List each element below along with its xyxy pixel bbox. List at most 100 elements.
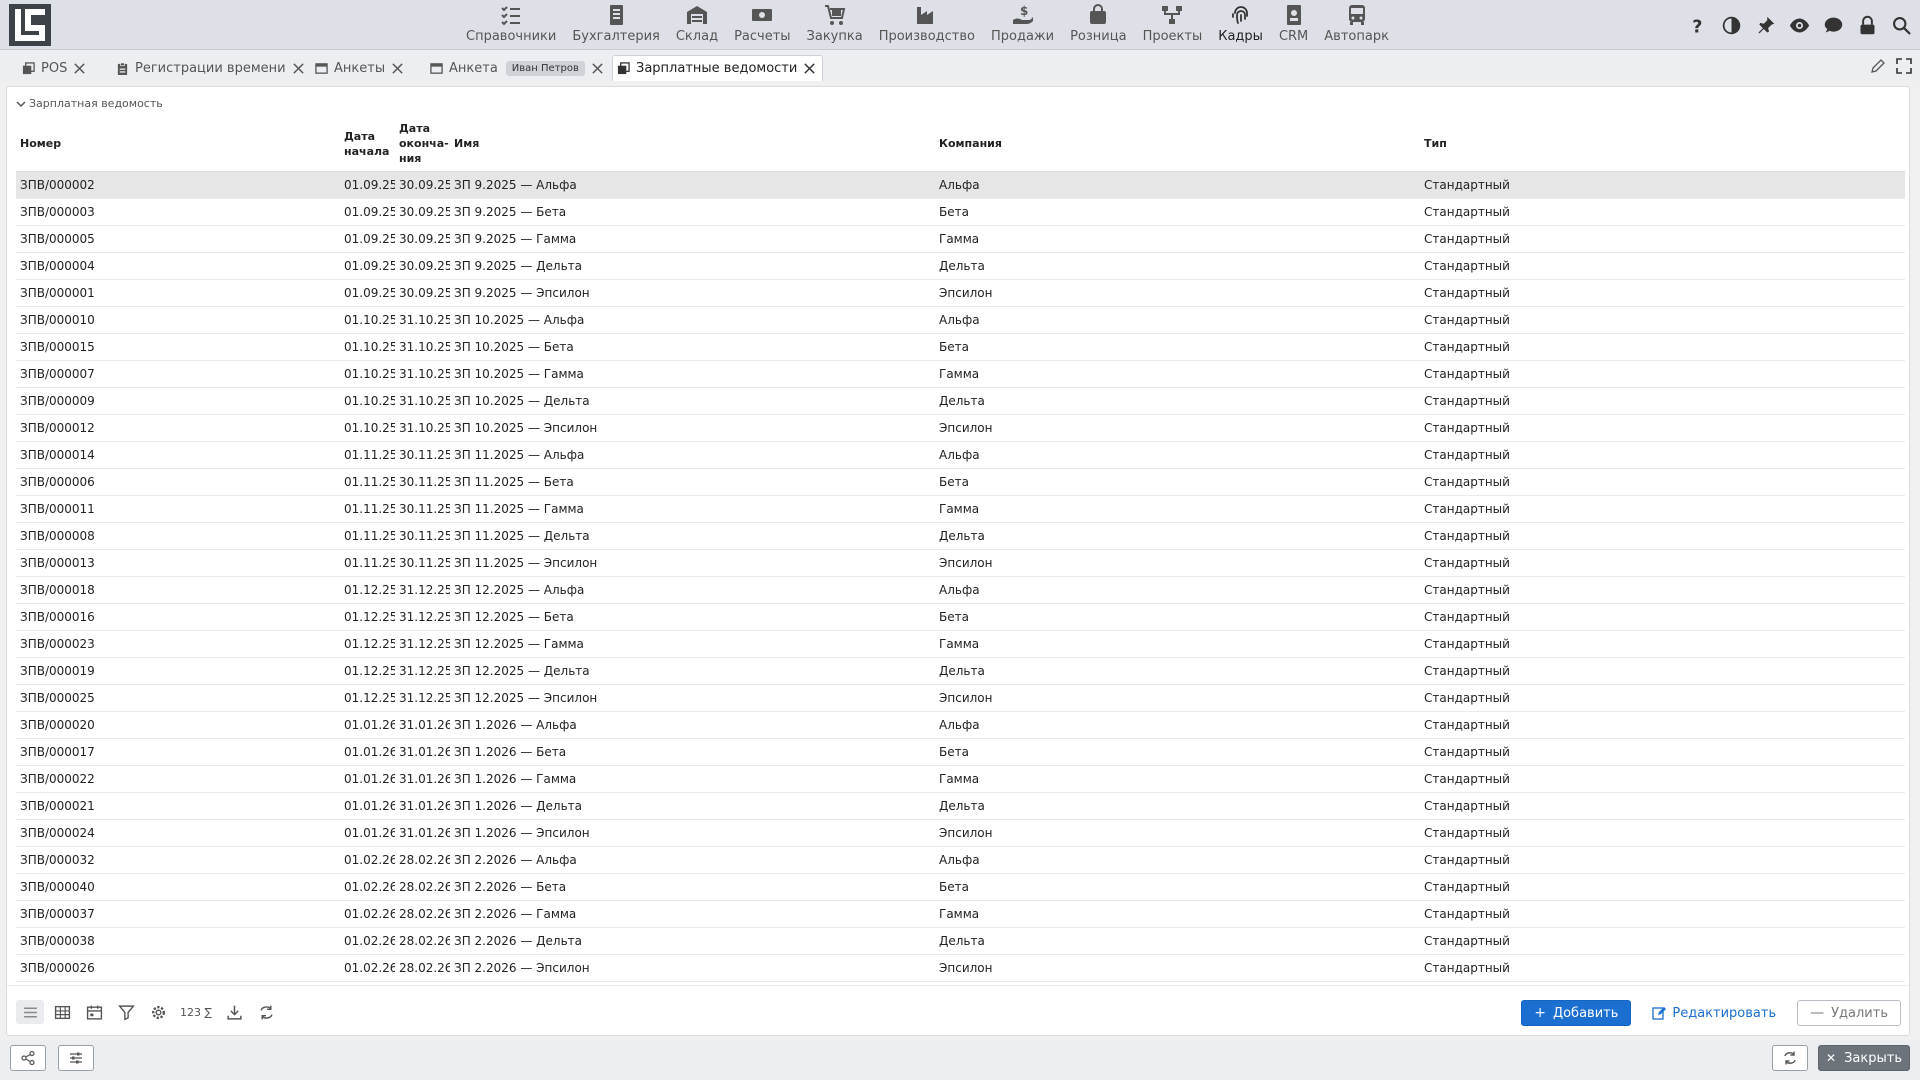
list-view-button[interactable] [16,1000,44,1024]
close-icon[interactable] [591,62,604,75]
cell-number: ЗПВ/000009 [16,387,340,415]
table-row[interactable]: ЗПВ/000005 01.09.25 30.09.25 ЗП 9.2025 — Га… [16,225,1905,253]
table-row[interactable]: ЗПВ/000015 01.10.25 31.10.25 ЗП 10.2025 — Б… [16,333,1905,361]
table-row[interactable]: ЗПВ/000021 01.01.26 31.01.26 ЗП 1.2026 — Де… [16,792,1905,820]
table-row[interactable]: ЗПВ/000020 01.01.26 31.01.26 ЗП 1.2026 — Ал… [16,711,1905,739]
column-header-number[interactable]: Номер [16,117,340,172]
adjustments-button[interactable] [58,1045,94,1071]
app-logo[interactable] [8,3,52,47]
aggregate-button[interactable]: 123 ∑ [176,1000,216,1024]
close-icon[interactable] [391,62,404,75]
table-row[interactable]: ЗПВ/000001 01.09.25 30.09.25 ЗП 9.2025 — Эп… [16,279,1905,307]
edit-button[interactable]: Редактировать [1639,1000,1789,1026]
table-row[interactable]: ЗПВ/000025 01.12.25 31.12.25 ЗП 12.2025 — Э… [16,684,1905,712]
module-payments[interactable]: Расчеты [726,0,798,50]
table-row[interactable]: ЗПВ/000040 01.02.26 28.02.26 ЗП 2.2026 — Бе… [16,873,1905,901]
search-button[interactable] [1888,12,1914,38]
add-button[interactable]: + Добавить [1521,1000,1632,1026]
table-row[interactable]: ЗПВ/000003 01.09.25 30.09.25 ЗП 9.2025 — Бе… [16,198,1905,226]
table-row[interactable]: ЗПВ/000012 01.10.25 31.10.25 ЗП 10.2025 — Э… [16,414,1905,442]
refresh-button[interactable] [252,1000,280,1024]
table-row[interactable]: ЗПВ/000024 01.01.26 31.01.26 ЗП 1.2026 — Эп… [16,819,1905,847]
close-icon[interactable] [803,62,816,75]
column-header-start-date[interactable]: Дата начала [340,117,395,172]
table-row[interactable]: ЗПВ/000037 01.02.26 28.02.26 ЗП 2.2026 — Га… [16,900,1905,928]
copy-icon [617,62,630,75]
cell-company: Альфа [935,306,1420,334]
column-header-end-date[interactable]: Дата оконча-ния [395,117,450,172]
edit-layout-button[interactable] [1868,56,1888,76]
table-row[interactable]: ЗПВ/000002 01.09.25 30.09.25 ЗП 9.2025 — Ал… [16,171,1905,199]
table-row[interactable]: ЗПВ/000013 01.11.25 30.11.25 ЗП 11.2025 — Э… [16,549,1905,577]
cell-type: Стандартный [1420,846,1905,874]
table-row[interactable]: ЗПВ/000016 01.12.25 31.12.25 ЗП 12.2025 — Б… [16,603,1905,631]
lock-button[interactable] [1854,12,1880,38]
table-row[interactable]: ЗПВ/000019 01.12.25 31.12.25 ЗП 12.2025 — Д… [16,657,1905,685]
module-hr[interactable]: Кадры [1210,0,1271,50]
settings-button[interactable] [144,1000,172,1024]
tab-questionnaire[interactable]: Анкета Иван Петров [426,55,610,81]
cell-end-date: 31.12.25 [395,576,450,604]
help-button[interactable]: ? [1684,12,1710,38]
cell-name: ЗП 11.2025 — Эпсилон [450,549,935,577]
close-button[interactable]: ✕ Закрыть [1818,1045,1910,1071]
table-row[interactable]: ЗПВ/000011 01.11.25 30.11.25 ЗП 11.2025 — Г… [16,495,1905,523]
theme-toggle-button[interactable] [1718,12,1744,38]
watch-button[interactable] [1786,12,1812,38]
pin-button[interactable] [1752,12,1778,38]
table-row[interactable]: ЗПВ/000026 01.02.26 28.02.26 ЗП 2.2026 — Эп… [16,954,1905,982]
calendar-view-button[interactable] [80,1000,108,1024]
close-icon[interactable] [73,62,86,75]
share-button[interactable] [10,1045,46,1071]
tab-time-registrations[interactable]: Регистрации времени [112,55,311,81]
table-row[interactable]: ЗПВ/000006 01.11.25 30.11.25 ЗП 11.2025 — Б… [16,468,1905,496]
table-row[interactable]: ЗПВ/000032 01.02.26 28.02.26 ЗП 2.2026 — Ал… [16,846,1905,874]
cell-name: ЗП 10.2025 — Гамма [450,360,935,388]
table-view-button[interactable] [48,1000,76,1024]
table-row[interactable]: ЗПВ/000023 01.12.25 31.12.25 ЗП 12.2025 — Г… [16,630,1905,658]
table-row[interactable]: ЗПВ/000010 01.10.25 31.10.25 ЗП 10.2025 — А… [16,306,1905,334]
table-row[interactable]: ЗПВ/000017 01.01.26 31.01.26 ЗП 1.2026 — Бе… [16,738,1905,766]
table-row[interactable]: ЗПВ/000018 01.12.25 31.12.25 ЗП 12.2025 — А… [16,576,1905,604]
table-row[interactable]: ЗПВ/000038 01.02.26 28.02.26 ЗП 2.2026 — Де… [16,927,1905,955]
column-header-name[interactable]: Имя [450,117,935,172]
payroll-table-container[interactable]: Номер Дата начала Дата оконча-ния Имя Комп… [16,117,1905,983]
cell-start-date: 01.10.25 [340,333,395,361]
close-icon[interactable] [292,62,305,75]
module-warehouse[interactable]: Склад [668,0,726,50]
cell-company: Альфа [935,711,1420,739]
section-toggle[interactable]: Зарплатная ведомость [16,97,163,110]
chat-button[interactable] [1820,12,1846,38]
column-header-type[interactable]: Тип [1420,117,1905,172]
module-projects[interactable]: Проекты [1135,0,1211,50]
module-production[interactable]: Производство [871,0,983,50]
table-row[interactable]: ЗПВ/000008 01.11.25 30.11.25 ЗП 11.2025 — Д… [16,522,1905,550]
tab-pos[interactable]: POS [18,55,92,81]
fullscreen-button[interactable] [1894,56,1914,76]
cell-number: ЗПВ/000023 [16,630,340,658]
table-row[interactable]: ЗПВ/000009 01.10.25 31.10.25 ЗП 10.2025 — Д… [16,387,1905,415]
module-crm[interactable]: CRM [1271,0,1316,50]
module-purchasing[interactable]: Закупка [799,0,871,50]
tab-payroll-statements[interactable]: Зарплатные ведомости [612,55,824,81]
module-retail[interactable]: Розница [1062,0,1134,50]
cell-company: Дельта [935,657,1420,685]
table-row[interactable]: ЗПВ/000022 01.01.26 31.01.26 ЗП 1.2026 — Га… [16,765,1905,793]
reload-button[interactable] [1772,1045,1808,1071]
pencil-icon [1871,59,1885,73]
module-fleet[interactable]: Автопарк [1316,0,1397,50]
column-header-company[interactable]: Компания [935,117,1420,172]
table-row[interactable]: ЗПВ/000007 01.10.25 31.10.25 ЗП 10.2025 — Г… [16,360,1905,388]
module-accounting[interactable]: Бухгалтерия [564,0,668,50]
table-row[interactable]: ЗПВ/000004 01.09.25 30.09.25 ЗП 9.2025 — Де… [16,252,1905,280]
delete-button[interactable]: — Удалить [1797,1000,1901,1026]
module-sales[interactable]: $ Продажи [983,0,1062,50]
cell-number: ЗПВ/000020 [16,711,340,739]
export-button[interactable] [220,1000,248,1024]
table-row[interactable]: ЗПВ/000014 01.11.25 30.11.25 ЗП 11.2025 — А… [16,441,1905,469]
filter-button[interactable] [112,1000,140,1024]
module-directories[interactable]: Справочники [458,0,564,50]
cell-name: ЗП 11.2025 — Гамма [450,495,935,523]
tab-questionnaires[interactable]: Анкеты [311,55,410,81]
cell-company: Гамма [935,360,1420,388]
